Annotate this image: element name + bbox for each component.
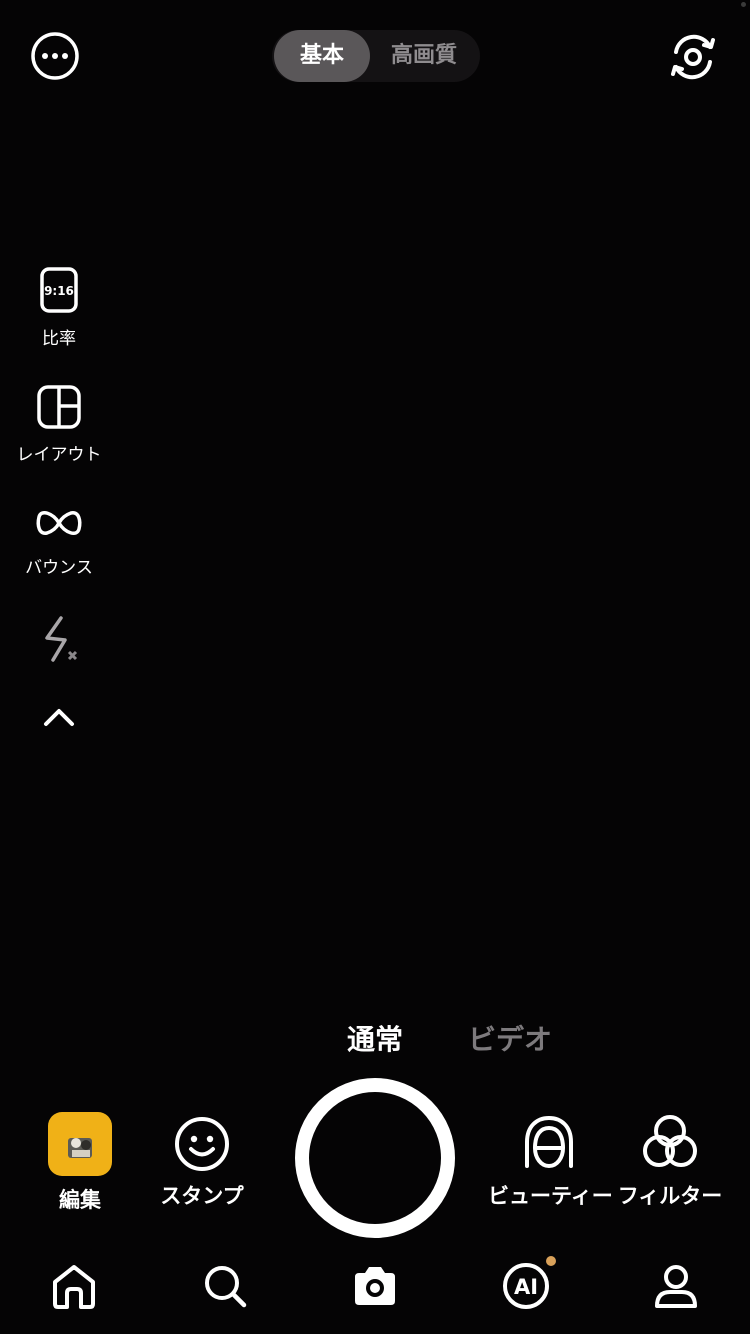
mode-video[interactable]: ビデオ: [462, 1018, 558, 1058]
camera-icon: [355, 1267, 395, 1305]
quality-toggle[interactable]: 基本 高画質: [272, 30, 480, 82]
stamp-label: スタンプ: [160, 1184, 244, 1208]
camera-flip-icon: [671, 34, 715, 80]
home-icon: [53, 1265, 95, 1309]
ai-notification-dot: [546, 1256, 556, 1266]
ratio-badge: 9:16: [44, 284, 74, 298]
flash-off-icon: [35, 614, 83, 666]
layout-grid-icon: [36, 384, 82, 430]
nav-profile[interactable]: [650, 1260, 702, 1312]
search-icon: [205, 1266, 247, 1308]
more-dots-icon: [31, 32, 79, 80]
stamp-button[interactable]: スタンプ: [150, 1112, 254, 1210]
nav-search[interactable]: [199, 1260, 251, 1312]
flash-toggle[interactable]: [0, 614, 118, 666]
ratio-control[interactable]: 9:16 比率: [0, 266, 118, 349]
beauty-button[interactable]: ビューティー: [488, 1112, 613, 1210]
collapse-rail-button[interactable]: [0, 702, 118, 730]
filter-button[interactable]: フィルター: [614, 1112, 726, 1210]
filter-label: フィルター: [617, 1184, 723, 1208]
layout-label: レイアウト: [16, 445, 102, 465]
nav-ai[interactable]: AI: [500, 1260, 552, 1312]
status-dot: [741, 2, 746, 7]
bounce-infinity-icon: [35, 503, 83, 543]
smiley-icon: [172, 1112, 232, 1172]
filter-circles-icon: [640, 1112, 700, 1172]
profile-icon: [655, 1265, 697, 1308]
bounce-control[interactable]: バウンス: [0, 503, 118, 578]
chevron-up-icon: [41, 702, 77, 730]
quality-option-high[interactable]: 高画質: [372, 30, 476, 82]
more-options-button[interactable]: [30, 31, 80, 81]
ai-icon: AI: [503, 1263, 549, 1309]
nav-camera[interactable]: [349, 1260, 401, 1312]
gallery-thumbnail: [48, 1112, 112, 1176]
beauty-face-icon: [521, 1112, 577, 1172]
aspect-ratio-icon: 9:16: [39, 266, 79, 314]
beauty-label: ビューティー: [488, 1184, 613, 1208]
quality-option-basic[interactable]: 基本: [274, 30, 370, 82]
nav-home[interactable]: [48, 1260, 100, 1312]
layout-control[interactable]: レイアウト: [0, 384, 118, 465]
mode-normal[interactable]: 通常: [335, 1018, 415, 1058]
edit-label: 編集: [59, 1188, 101, 1212]
shutter-button[interactable]: [295, 1078, 455, 1238]
camera-flip-button[interactable]: [666, 30, 720, 84]
bounce-label: バウンス: [25, 558, 93, 578]
ratio-label: 比率: [42, 329, 76, 349]
ai-text: AI: [514, 1275, 538, 1299]
edit-button[interactable]: 編集: [28, 1112, 132, 1214]
